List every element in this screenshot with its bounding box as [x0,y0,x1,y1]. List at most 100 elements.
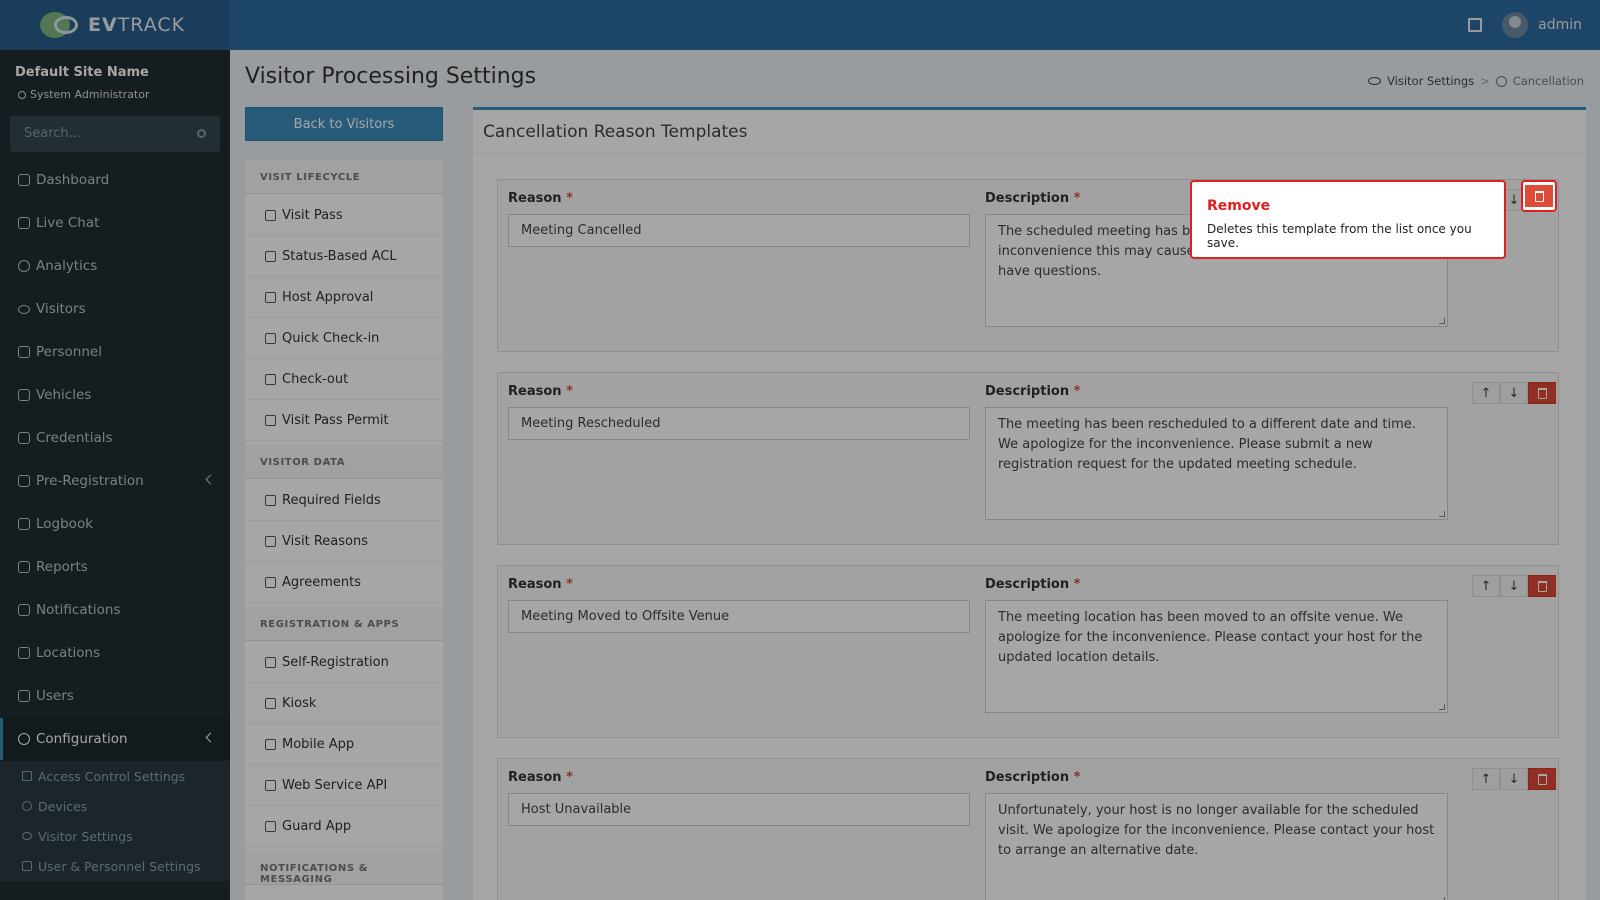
delete-button[interactable] [1528,575,1556,597]
sidebar-item-notifications[interactable]: Notifications [0,589,230,631]
template-item: Reason * Meeting Rescheduled Description… [497,372,1559,545]
permit-icon [265,414,276,426]
sidebar-item-visitors[interactable]: Visitors [0,288,230,330]
description-label: Description * [985,191,1081,206]
move-up-button[interactable]: ↑ [1472,768,1500,790]
devices-icon [22,801,32,811]
resize-handle[interactable] [1439,704,1445,710]
description-textarea[interactable]: Unfortunately, your host is no longer av… [985,793,1448,900]
shapes-icon [265,535,276,547]
reason-input[interactable]: Meeting Cancelled [508,214,970,247]
breadcrumb-parent[interactable]: Visitor Settings [1387,74,1474,88]
delete-button[interactable] [1528,382,1556,404]
subnav-item-mobile-app[interactable]: Mobile App [245,724,443,765]
chevron-left-icon [205,474,216,485]
trash-icon [1537,580,1547,592]
sidebar-item-pre-registration[interactable]: Pre-Registration [0,460,230,502]
reason-input[interactable]: Host Unavailable [508,793,970,826]
subnav-item-self-registration[interactable]: Self-Registration [245,642,443,683]
sidebar-sub-user-personnel-settings[interactable]: User & Personnel Settings [0,851,230,881]
subnav-item-kiosk[interactable]: Kiosk [245,683,443,724]
user-menu[interactable]: admin [1502,12,1582,38]
move-down-button[interactable]: ↓ [1500,382,1528,404]
description-textarea[interactable]: The meeting has been rescheduled to a di… [985,407,1448,520]
sidebar-sub-access-control[interactable]: Access Control Settings [0,761,230,791]
sidebar-item-locations[interactable]: Locations [0,632,230,674]
dashboard-icon [18,174,30,186]
subnav-item-status-acl[interactable]: Status-Based ACL [245,236,443,277]
trash-icon [1534,190,1544,202]
top-navbar: EVTRACK admin [0,0,1600,50]
sidebar-item-analytics[interactable]: Analytics [0,245,230,287]
sidebar-item-users[interactable]: Users [0,675,230,717]
subnav-item-visit-pass-permit[interactable]: Visit Pass Permit [245,400,443,441]
logo-mark-icon [40,10,84,40]
self-reg-icon [265,656,276,668]
resize-handle[interactable] [1439,318,1445,324]
move-down-button[interactable]: ↓ [1500,575,1528,597]
sign-out-icon [265,373,276,385]
sidebar-item-personnel[interactable]: Personnel [0,331,230,373]
move-up-button[interactable]: ↑ [1472,575,1500,597]
arrows-icon [18,475,30,487]
map-icon [18,647,30,659]
subnav-item-host-approval[interactable]: Host Approval [245,277,443,318]
subnav-item-web-service-api[interactable]: Web Service API [245,765,443,806]
template-actions: ↑ ↓ [1472,382,1556,404]
subnav-item-guard-app[interactable]: Guard App [245,806,443,847]
reason-label: Reason * [508,577,573,592]
back-to-visitors-button[interactable]: Back to Visitors [245,107,443,141]
headset-icon [18,217,30,229]
brand-logo[interactable]: EVTRACK [0,0,230,50]
subnav-heading: REGISTRATION & APPS [245,607,443,641]
description-label: Description * [985,577,1081,592]
reason-input[interactable]: Meeting Moved to Offsite Venue [508,600,970,633]
gear-icon [18,733,30,745]
search-icon[interactable] [197,129,206,138]
eye-icon [1368,77,1382,85]
subnav-item-checkout[interactable]: Check-out [245,359,443,400]
sidebar-item-credentials[interactable]: Credentials [0,417,230,459]
user-name: admin [1538,17,1582,33]
subnav-item-visit-reasons[interactable]: Visit Reasons [245,521,443,562]
resize-handle[interactable] [1439,511,1445,517]
subnav-item-agreements[interactable]: Agreements [245,562,443,603]
description-label: Description * [985,770,1081,785]
sidebar-sub-devices[interactable]: Devices [0,791,230,821]
monitor-icon [265,697,276,709]
reason-label: Reason * [508,770,573,785]
breadcrumb-current: Cancellation [1512,74,1584,88]
sidebar-search-input[interactable]: Search... [10,116,220,152]
highlighted-delete-button[interactable] [1521,180,1557,212]
sidebar-item-dashboard[interactable]: Dashboard [0,159,230,201]
move-down-button[interactable]: ↓ [1500,768,1528,790]
analytics-icon [18,260,30,272]
sidebar-item-reports[interactable]: Reports [0,546,230,588]
sidebar-sub-visitor-settings[interactable]: Visitor Settings [0,821,230,851]
logo-text: EVTRACK [88,14,186,36]
sidebar: Default Site Name System Administrator S… [0,50,230,900]
users-icon [18,690,30,702]
subnav-item-quick-checkin[interactable]: Quick Check-in [245,318,443,359]
site-building-icon[interactable] [1468,18,1483,32]
reports-icon [18,561,30,573]
description-label: Description * [985,384,1081,399]
reason-input[interactable]: Meeting Rescheduled [508,407,970,440]
description-textarea[interactable]: The meeting location has been moved to a… [985,600,1448,713]
chat-bubble-icon [18,604,30,616]
subnav-item-required-fields[interactable]: Required Fields [245,480,443,521]
user-icon [18,90,26,99]
shield-icon [265,820,276,832]
lock-icon [22,771,32,781]
move-up-button[interactable]: ↑ [1472,382,1500,404]
api-icon [265,779,276,791]
delete-button[interactable] [1528,768,1556,790]
sidebar-item-logbook[interactable]: Logbook [0,503,230,545]
eye-icon [18,304,30,314]
subnav-item-visit-pass[interactable]: Visit Pass [245,195,443,236]
sidebar-item-vehicles[interactable]: Vehicles [0,374,230,416]
sidebar-item-live-chat[interactable]: Live Chat [0,202,230,244]
template-actions: ↑ ↓ [1472,768,1556,790]
personnel-icon [18,346,30,358]
sidebar-item-configuration[interactable]: Configuration [0,718,230,760]
